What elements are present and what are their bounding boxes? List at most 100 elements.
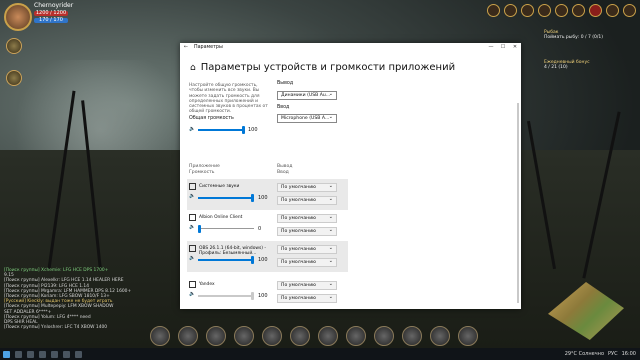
app-volume-value: 0 [258, 226, 262, 232]
app-volume-value: 100 [258, 257, 268, 263]
action-hotbar [150, 326, 478, 346]
menu-icon[interactable] [623, 4, 636, 17]
minimize-button[interactable]: — [485, 43, 497, 52]
taskbar: 29°C Солнечно РУС 16:00 [0, 348, 640, 360]
master-volume-label: Общая громкость [189, 116, 234, 121]
app-output-dropdown[interactable]: По умолчанию [277, 281, 337, 290]
speaker-icon[interactable]: 🔈 [189, 224, 195, 230]
menu-icon[interactable] [538, 4, 551, 17]
speaker-icon[interactable]: 🔈 [189, 193, 195, 199]
weather-text[interactable]: 29°C Солнечно [565, 351, 604, 357]
back-arrow-icon[interactable]: ← [184, 45, 194, 50]
output-label: Вывод [277, 81, 294, 86]
menu-icon[interactable] [555, 4, 568, 17]
windows-start-icon[interactable] [3, 350, 10, 358]
maximize-button[interactable]: ☐ [497, 43, 509, 52]
app-output-dropdown[interactable]: По умолчанию [277, 214, 337, 223]
taskbar-app-icon[interactable] [27, 350, 34, 358]
hotbar-slot[interactable] [290, 326, 310, 346]
app-volume-slider[interactable] [198, 193, 254, 202]
page-title-row: ⌂ Параметры устройств и громкости прилож… [190, 62, 455, 73]
output-column-header: Вывод [277, 164, 293, 169]
scrollbar[interactable] [517, 103, 519, 303]
close-button[interactable]: ✕ [509, 43, 521, 52]
input-column-header: Ввод [277, 170, 289, 175]
app-name: Системные звуки [199, 184, 240, 189]
hotbar-slot[interactable] [458, 326, 478, 346]
alert-icon[interactable] [589, 4, 602, 17]
app-volume-slider[interactable] [198, 255, 254, 264]
chat-line: [Поиск группы] Alexelkr: LFG HCE 1.14 HE… [4, 278, 124, 284]
hotbar-slot[interactable] [346, 326, 366, 346]
quest-text: Поймать рыбу: 0 / 7 (0/1) [544, 35, 603, 40]
title-bar: ← Параметры — ☐ ✕ [180, 43, 521, 52]
input-device-dropdown[interactable]: Microphone (USB A... [277, 114, 337, 123]
energy-bar: 170 / 170 [34, 17, 68, 23]
menu-icon[interactable] [521, 4, 534, 17]
speaker-icon[interactable]: 🔈 [189, 255, 195, 261]
search-icon[interactable] [15, 350, 22, 358]
menu-icon[interactable] [504, 4, 517, 17]
output-device-dropdown[interactable]: Динамики (USB Au... [277, 91, 337, 100]
app-input-dropdown[interactable]: По умолчанию [277, 196, 337, 205]
app-input-dropdown[interactable]: По умолчанию [277, 227, 337, 236]
hotbar-slot[interactable] [430, 326, 450, 346]
hotbar-slot[interactable] [206, 326, 226, 346]
system-tray: 29°C Солнечно РУС 16:00 [565, 348, 636, 360]
taskbar-app-icon[interactable] [51, 350, 58, 358]
hotbar-slot[interactable] [262, 326, 282, 346]
taskbar-app-icon[interactable] [39, 350, 46, 358]
app-output-dropdown[interactable]: По умолчанию [277, 245, 337, 254]
player-name: Chernoyrider [34, 2, 74, 9]
quest-tracker[interactable]: Рыбак Поймать рыбу: 0 / 7 (0/1) Ежедневн… [544, 30, 638, 70]
hotbar-slot[interactable] [402, 326, 422, 346]
settings-window: ← Параметры — ☐ ✕ ⌂ Параметры устройств … [180, 43, 521, 309]
description-text: Настройте общую громкость, чтобы изменит… [189, 83, 268, 115]
app-icon [189, 281, 196, 288]
app-volume-value: 100 [258, 293, 268, 299]
master-volume-value: 100 [248, 127, 258, 133]
app-icon [189, 183, 196, 190]
hotbar-slot[interactable] [234, 326, 254, 346]
menu-icon[interactable] [606, 4, 619, 17]
speaker-icon[interactable]: 🔈 [189, 291, 195, 297]
player-portrait[interactable] [4, 3, 32, 31]
chat-line: [Поиск группы] Ynloshrer: LFC T4 XBOW 14… [4, 325, 108, 331]
window-title: Параметры [194, 45, 223, 50]
home-icon[interactable]: ⌂ [190, 63, 196, 73]
speaker-icon[interactable]: 🔈 [189, 126, 195, 132]
app-icon [189, 214, 196, 221]
skill-icon[interactable] [6, 70, 22, 86]
hotbar-slot[interactable] [178, 326, 198, 346]
app-name: Yandex [199, 282, 215, 287]
taskbar-app-icon[interactable] [63, 350, 70, 358]
health-text: 1200 / 1200 [35, 10, 67, 16]
hotbar-slot[interactable] [374, 326, 394, 346]
hotbar-slot[interactable] [150, 326, 170, 346]
chat-log[interactable]: [Поиск группы] Xchemie: LFG HCE DPS 1700… [4, 268, 134, 330]
page-title: Параметры устройств и громкости приложен… [200, 62, 456, 73]
app-output-dropdown[interactable]: По умолчанию [277, 183, 337, 192]
volume-column-header: Громкость [189, 170, 215, 175]
app-icon [189, 245, 196, 252]
menu-icon[interactable] [487, 4, 500, 17]
hotbar-slot[interactable] [318, 326, 338, 346]
skill-icon[interactable] [6, 38, 22, 54]
taskbar-app-icon[interactable] [75, 350, 82, 358]
app-name: Albion Online Client [199, 215, 243, 220]
app-volume-slider[interactable] [198, 291, 254, 300]
app-input-dropdown[interactable]: По умолчанию [277, 294, 337, 303]
master-volume-slider[interactable] [198, 125, 245, 134]
health-bar: 1200 / 1200 [34, 10, 68, 16]
clock[interactable]: 16:00 [622, 351, 636, 357]
app-volume-slider[interactable] [198, 224, 254, 233]
language-indicator[interactable]: РУС [608, 351, 618, 357]
top-menu-icons [487, 4, 636, 17]
quest2-value: 4 / 21 (10) [544, 65, 568, 70]
menu-icon[interactable] [572, 4, 585, 17]
app-volume-value: 100 [258, 195, 268, 201]
input-label: Ввод [277, 105, 290, 110]
app-column-header: Приложение [189, 164, 220, 169]
app-input-dropdown[interactable]: По умолчанию [277, 258, 337, 267]
energy-text: 170 / 170 [39, 17, 63, 23]
